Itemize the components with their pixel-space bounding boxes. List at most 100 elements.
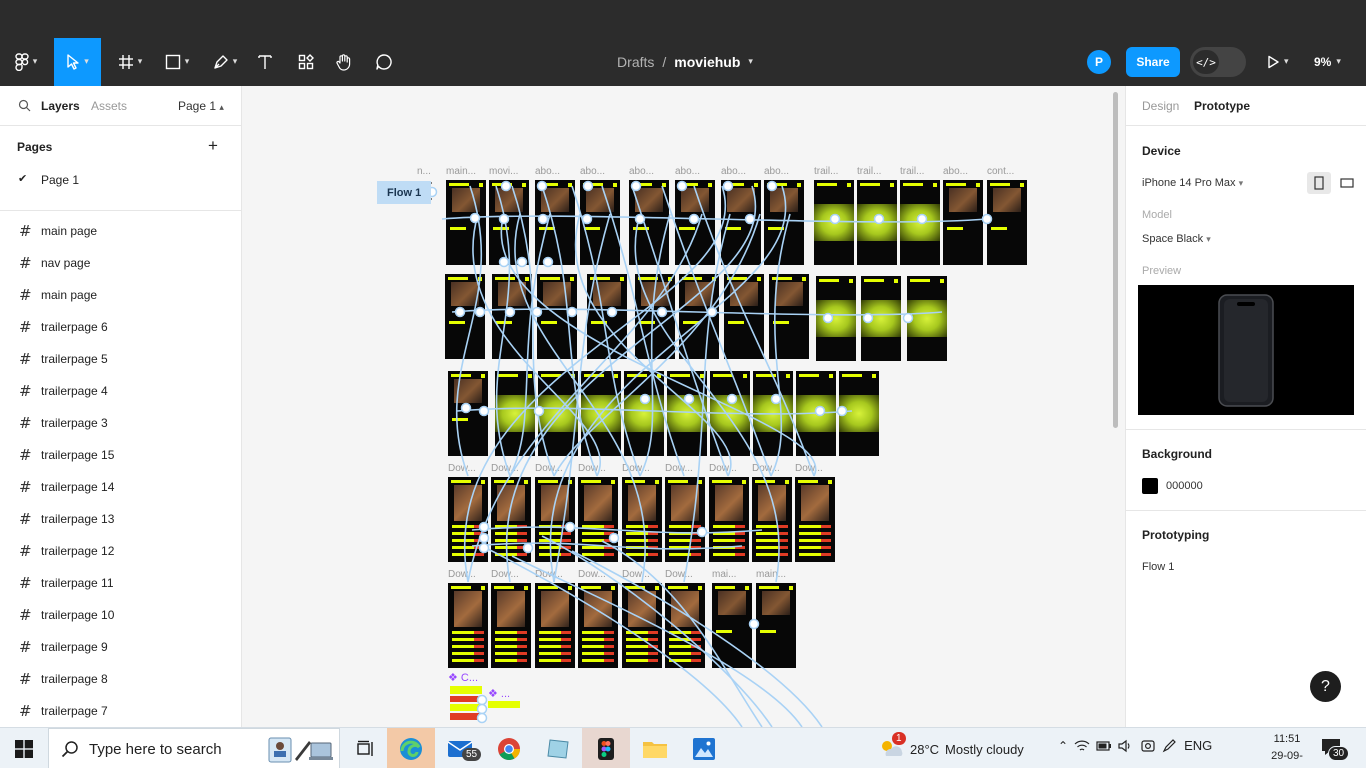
- comment-tool-button[interactable]: [373, 38, 395, 86]
- connection-node[interactable]: [706, 306, 718, 318]
- connection-node[interactable]: [566, 306, 578, 318]
- tab-prototype[interactable]: Prototype: [1194, 99, 1250, 113]
- portrait-orientation-button[interactable]: [1307, 172, 1331, 194]
- network-icon[interactable]: [1074, 739, 1090, 753]
- landscape-orientation-button[interactable]: [1335, 172, 1359, 194]
- clock[interactable]: 11:51 29-09-2023: [1262, 731, 1312, 768]
- connection-node[interactable]: [902, 312, 914, 324]
- layer-item[interactable]: # trailerpage 4: [0, 375, 241, 407]
- present-button[interactable]: ▾: [1266, 50, 1300, 74]
- connection-node[interactable]: [478, 521, 490, 533]
- share-button[interactable]: Share: [1126, 47, 1180, 77]
- connection-node[interactable]: [476, 694, 488, 706]
- layer-item[interactable]: # trailerpage 10: [0, 599, 241, 631]
- file-explorer-app[interactable]: [631, 728, 679, 768]
- connection-node[interactable]: [639, 393, 651, 405]
- connection-node[interactable]: [516, 256, 528, 268]
- chevron-up-icon[interactable]: ⌃: [1058, 739, 1068, 753]
- layer-item[interactable]: # trailerpage 15: [0, 439, 241, 471]
- flow-item[interactable]: Flow 1: [1142, 561, 1174, 573]
- connection-node[interactable]: [474, 306, 486, 318]
- notes-app[interactable]: [534, 728, 582, 768]
- connection-node[interactable]: [676, 180, 688, 192]
- connection-node[interactable]: [478, 532, 490, 544]
- connection-node[interactable]: [726, 393, 738, 405]
- vertical-scrollbar[interactable]: [1113, 92, 1118, 428]
- pen-input-icon[interactable]: [1162, 738, 1178, 753]
- connection-node[interactable]: [582, 180, 594, 192]
- flow-starting-point[interactable]: Flow 1: [377, 181, 432, 204]
- layer-item[interactable]: # trailerpage 11: [0, 567, 241, 599]
- connection-node[interactable]: [581, 213, 593, 225]
- connection-node[interactable]: [531, 306, 543, 318]
- dev-mode-toggle[interactable]: </>: [1190, 47, 1246, 77]
- connection-node[interactable]: [748, 618, 760, 630]
- resources-tool-button[interactable]: [295, 38, 317, 86]
- camera-icon[interactable]: [1140, 739, 1156, 753]
- connection-node[interactable]: [608, 532, 620, 544]
- tab-assets[interactable]: Assets: [91, 99, 127, 113]
- connection-node[interactable]: [696, 526, 708, 538]
- pen-tool-button[interactable]: ▾: [205, 38, 245, 86]
- connection-node[interactable]: [862, 312, 874, 324]
- hand-tool-button[interactable]: [333, 38, 355, 86]
- chevron-down-icon[interactable]: ▾: [748, 57, 753, 67]
- connection-node[interactable]: [522, 542, 534, 554]
- tab-layers[interactable]: Layers: [41, 99, 80, 113]
- page-item[interactable]: ✔ Page 1: [0, 168, 241, 190]
- help-button[interactable]: ?: [1310, 671, 1341, 702]
- background-color-value[interactable]: 000000: [1166, 480, 1203, 492]
- mail-app[interactable]: 55: [436, 728, 484, 768]
- connection-node[interactable]: [981, 213, 993, 225]
- layer-item[interactable]: # trailerpage 9: [0, 631, 241, 663]
- layer-item[interactable]: # trailerpage 12: [0, 535, 241, 567]
- connection-node[interactable]: [500, 180, 512, 192]
- layer-item[interactable]: # trailerpage 3: [0, 407, 241, 439]
- task-view-button[interactable]: [342, 728, 390, 768]
- avatar[interactable]: P: [1087, 50, 1111, 74]
- main-menu-button[interactable]: ▾: [6, 38, 46, 86]
- zoom-control[interactable]: 9% ▾: [1314, 50, 1341, 74]
- connection-node[interactable]: [504, 306, 516, 318]
- notification-center-button[interactable]: 30: [1320, 736, 1350, 763]
- layer-item[interactable]: # trailerpage 14: [0, 471, 241, 503]
- layer-item[interactable]: # nav page: [0, 247, 241, 279]
- canvas[interactable]: main... movi... abo... abo... abo... abo... ab…: [242, 86, 1125, 727]
- page-selector[interactable]: Page 1 ▴: [178, 99, 224, 113]
- connection-node[interactable]: [476, 703, 488, 715]
- connection-node[interactable]: [836, 405, 848, 417]
- connection-node[interactable]: [606, 306, 618, 318]
- connection-node[interactable]: [770, 393, 782, 405]
- layer-item[interactable]: # trailerpage 7: [0, 695, 241, 727]
- layer-item[interactable]: # trailerpage 13: [0, 503, 241, 535]
- move-tool-button[interactable]: ▾: [54, 38, 101, 86]
- chrome-app[interactable]: [485, 728, 533, 768]
- volume-icon[interactable]: [1118, 739, 1134, 753]
- connection-node[interactable]: [454, 306, 466, 318]
- tab-design[interactable]: Design: [1142, 99, 1179, 113]
- connection-node[interactable]: [916, 213, 928, 225]
- connection-node[interactable]: [537, 213, 549, 225]
- connection-node[interactable]: [829, 213, 841, 225]
- photos-app[interactable]: [680, 728, 728, 768]
- connection-node[interactable]: [478, 542, 490, 554]
- connection-node[interactable]: [498, 256, 510, 268]
- battery-icon[interactable]: [1096, 739, 1112, 753]
- layer-item[interactable]: # trailerpage 5: [0, 343, 241, 375]
- language-indicator[interactable]: ENG: [1184, 738, 1212, 753]
- connection-node[interactable]: [688, 213, 700, 225]
- connection-node[interactable]: [683, 393, 695, 405]
- connection-node[interactable]: [536, 180, 548, 192]
- connection-node[interactable]: [476, 712, 488, 724]
- connection-node[interactable]: [478, 405, 490, 417]
- connection-node[interactable]: [498, 213, 510, 225]
- figma-app[interactable]: [582, 728, 630, 768]
- connection-node[interactable]: [766, 180, 778, 192]
- connection-node[interactable]: [630, 180, 642, 192]
- shape-tool-button[interactable]: ▾: [157, 38, 197, 86]
- weather-widget[interactable]: 1 28°C Mostly cloudy: [878, 732, 1024, 761]
- connection-node[interactable]: [656, 306, 668, 318]
- connection-node[interactable]: [533, 405, 545, 417]
- background-color-swatch[interactable]: [1142, 478, 1158, 494]
- connection-node[interactable]: [469, 212, 481, 224]
